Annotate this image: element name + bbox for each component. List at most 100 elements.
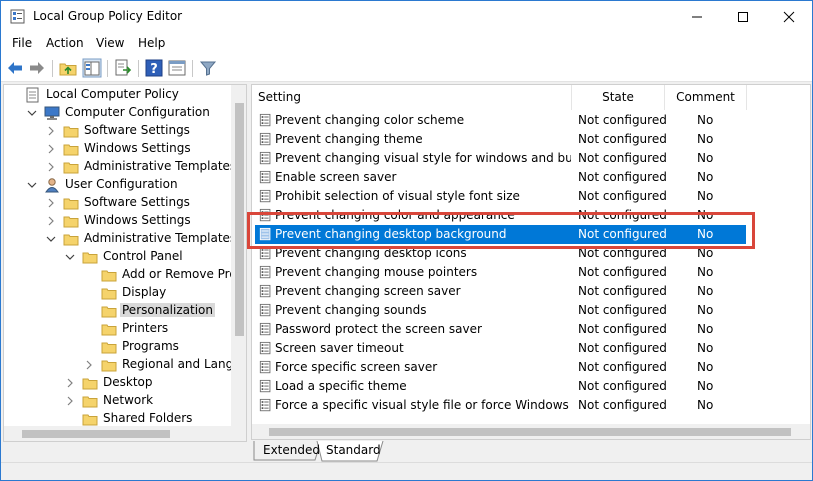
- setting-doc-icon: [259, 170, 271, 184]
- setting-name: Prevent changing theme: [275, 132, 423, 146]
- menu-action[interactable]: Action: [46, 36, 84, 50]
- tab-standard[interactable]: Standard: [317, 441, 381, 461]
- setting-name: Prohibit selection of visual style font …: [275, 189, 520, 203]
- setting-name: Enable screen saver: [275, 170, 397, 184]
- tree-node[interactable]: Add or Remove Prograr: [4, 266, 246, 284]
- setting-name: Load a specific theme: [275, 379, 407, 393]
- setting-row[interactable]: Force specific screen saver Not configure…: [255, 358, 746, 377]
- setting-row[interactable]: Force a specific visual style file or fo…: [255, 396, 746, 415]
- tree-node[interactable]: Regional and Language: [4, 356, 246, 374]
- setting-state: Not configured: [578, 132, 667, 146]
- expand-chevron-right-icon[interactable]: [46, 197, 56, 209]
- tree-node[interactable]: Local Computer Policy: [4, 86, 230, 104]
- maximize-button[interactable]: [720, 1, 766, 32]
- setting-row[interactable]: Prevent changing sounds Not configured No: [255, 301, 746, 320]
- export-list-icon[interactable]: [113, 58, 133, 78]
- setting-row[interactable]: Enable screen saver Not configured No: [255, 168, 746, 187]
- minimize-icon: [692, 16, 702, 18]
- expand-chevron-down-icon[interactable]: [46, 233, 56, 245]
- tree-horizontal-scroll-thumb[interactable]: [22, 430, 170, 438]
- title-bar[interactable]: Local Group Policy Editor: [1, 1, 812, 32]
- tree-node[interactable]: Control Panel: [4, 248, 230, 266]
- list-horizontal-scroll-thumb[interactable]: [269, 428, 791, 436]
- tree-node[interactable]: Printers: [4, 320, 230, 338]
- setting-doc-icon: [259, 189, 271, 203]
- tab-extended[interactable]: Extended: [254, 441, 320, 461]
- expand-chevron-right-icon[interactable]: [46, 215, 56, 227]
- expand-chevron-down-icon[interactable]: [27, 179, 37, 191]
- setting-comment: No: [697, 322, 714, 336]
- menu-file[interactable]: File: [12, 36, 32, 50]
- help-icon[interactable]: ?: [144, 58, 164, 78]
- toolbar-separator: [52, 60, 53, 77]
- expand-chevron-right-icon[interactable]: [46, 143, 56, 155]
- tree-node[interactable]: Network: [4, 392, 230, 410]
- up-folder-icon[interactable]: [58, 58, 78, 78]
- tree-pane[interactable]: Start Menu and TaskbarShared FoldersNetw…: [3, 84, 247, 442]
- close-button[interactable]: [766, 1, 812, 32]
- toolbar: ?: [1, 54, 812, 82]
- settings-list-pane[interactable]: Setting State Comment Prevent changing c…: [251, 84, 811, 440]
- minimize-button[interactable]: [674, 1, 720, 32]
- tree-node[interactable]: Administrative Templates: [4, 230, 236, 248]
- setting-comment: No: [697, 132, 714, 146]
- setting-row[interactable]: Prevent changing theme Not configured No: [255, 130, 746, 149]
- column-header-comment[interactable]: Comment: [665, 85, 747, 110]
- expand-chevron-down-icon[interactable]: [27, 107, 37, 119]
- tree-node[interactable]: Programs: [4, 338, 230, 356]
- properties-icon[interactable]: [167, 58, 187, 78]
- expand-chevron-right-icon[interactable]: [46, 161, 56, 173]
- setting-state: Not configured: [578, 151, 667, 165]
- back-arrow-icon[interactable]: [5, 58, 25, 78]
- column-header-setting[interactable]: Setting: [252, 85, 572, 110]
- setting-doc-icon: [259, 341, 271, 355]
- filter-icon[interactable]: [198, 58, 218, 78]
- show-hide-tree-icon[interactable]: [82, 58, 102, 78]
- expand-chevron-right-icon[interactable]: [65, 377, 75, 389]
- setting-row[interactable]: Prevent changing screen saver Not configu…: [255, 282, 746, 301]
- expand-chevron-down-icon[interactable]: [65, 251, 75, 263]
- column-header-state[interactable]: State: [572, 85, 665, 110]
- tree-node[interactable]: Windows Settings: [4, 212, 230, 230]
- setting-row[interactable]: Password protect the screen saver Not con…: [255, 320, 746, 339]
- close-icon: [783, 11, 795, 23]
- setting-comment: No: [697, 398, 714, 412]
- folder-icon: [101, 288, 117, 300]
- folder-icon: [101, 324, 117, 336]
- tree-node[interactable]: Software Settings: [4, 194, 230, 212]
- setting-doc-icon: [259, 322, 271, 336]
- setting-row[interactable]: Prevent changing visual style for window…: [255, 149, 746, 168]
- window-title: Local Group Policy Editor: [33, 9, 183, 23]
- tree-node[interactable]: Computer Configuration: [4, 104, 230, 122]
- tree-node[interactable]: Software Settings: [4, 122, 230, 140]
- tree-node[interactable]: Administrative Templates: [4, 158, 236, 176]
- folder-icon: [63, 162, 79, 174]
- folder-icon: [63, 216, 79, 228]
- setting-row[interactable]: Prevent changing color scheme Not configu…: [255, 111, 746, 130]
- group-policy-app-icon: [10, 9, 25, 24]
- setting-name: Prevent changing sounds: [275, 303, 427, 317]
- setting-name: Prevent changing visual style for window…: [275, 151, 571, 165]
- menu-help[interactable]: Help: [138, 36, 165, 50]
- tree-node[interactable]: Windows Settings: [4, 140, 230, 158]
- tree-node-label: Software Settings: [84, 195, 190, 209]
- setting-row[interactable]: Prohibit selection of visual style font …: [255, 187, 746, 206]
- tree-node[interactable]: Personalization: [4, 302, 230, 320]
- tree-node-label: Administrative Templates: [84, 159, 237, 173]
- tree-node-label: Network: [103, 393, 154, 407]
- menu-view[interactable]: View: [96, 36, 124, 50]
- setting-row[interactable]: Prevent changing mouse pointers Not confi…: [255, 263, 746, 282]
- expand-chevron-right-icon[interactable]: [84, 359, 94, 371]
- setting-row[interactable]: Screen saver timeout Not configured No: [255, 339, 746, 358]
- tree-node-label: Add or Remove Prograr: [122, 267, 246, 281]
- tree-node[interactable]: Display: [4, 284, 230, 302]
- expand-chevron-right-icon[interactable]: [65, 395, 75, 407]
- tree-node[interactable]: User Configuration: [4, 176, 230, 194]
- setting-row[interactable]: Load a specific theme Not configured No: [255, 377, 746, 396]
- tree-node[interactable]: Desktop: [4, 374, 230, 392]
- setting-doc-icon: [259, 360, 271, 374]
- tree-vertical-scroll-thumb[interactable]: [235, 103, 244, 336]
- tree-node-label: Local Computer Policy: [46, 87, 179, 101]
- forward-arrow-icon[interactable]: [27, 58, 47, 78]
- expand-chevron-right-icon[interactable]: [46, 125, 56, 137]
